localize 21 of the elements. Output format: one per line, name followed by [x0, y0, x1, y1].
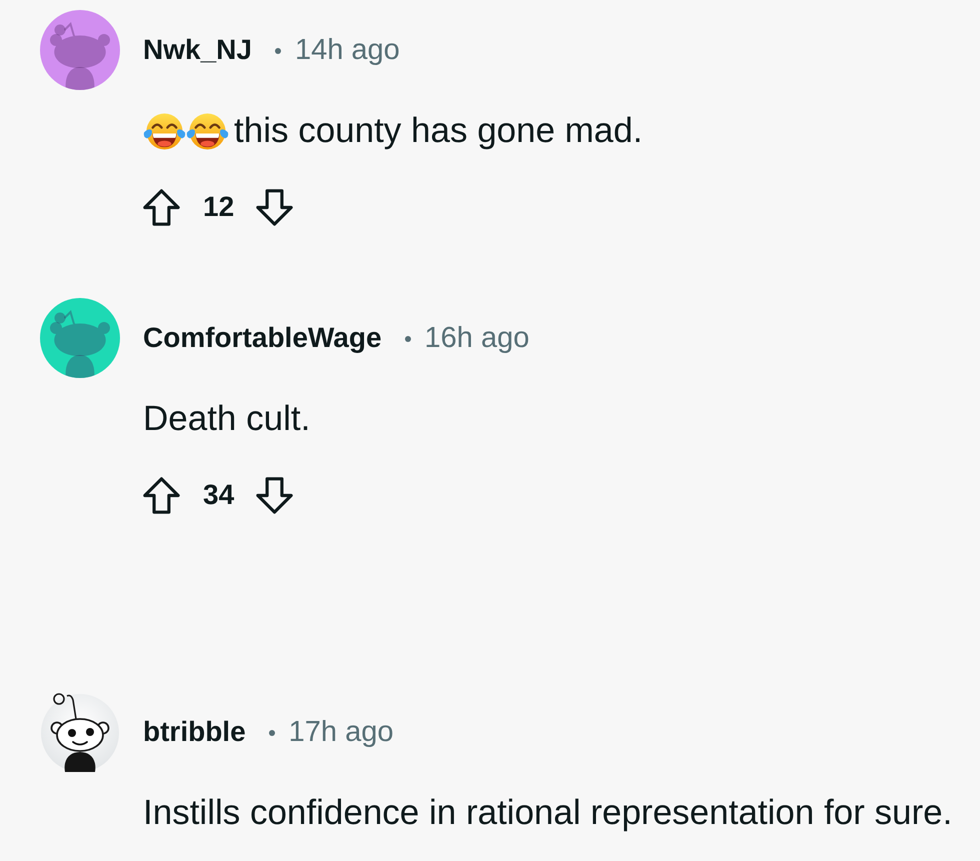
comment-text: Death cult. [143, 399, 310, 439]
timestamp: 14h ago [294, 33, 400, 67]
separator-dot-icon [268, 730, 275, 736]
username[interactable]: Nwk_NJ [143, 33, 252, 67]
timestamp: 16h ago [424, 321, 530, 355]
vote-count: 12 [203, 190, 234, 224]
avatar-icon [40, 692, 120, 772]
tears-of-joy-emoji-icon [186, 110, 229, 152]
username[interactable]: ComfortableWage [143, 321, 382, 355]
separator-dot-icon [404, 336, 411, 342]
separator-dot-icon [274, 48, 281, 54]
comment-text: this county has gone mad. [234, 111, 643, 151]
comment-text: Instills confidence in rational representation for sure. [143, 793, 952, 833]
up-arrow-icon[interactable] [143, 476, 180, 514]
up-arrow-icon[interactable] [143, 188, 180, 226]
timestamp: 17h ago [288, 715, 394, 749]
username[interactable]: btribble [143, 715, 246, 749]
down-arrow-icon[interactable] [256, 476, 294, 514]
tears-of-joy-emoji-icon [143, 110, 186, 152]
down-arrow-icon[interactable] [256, 188, 294, 226]
vote-count: 34 [203, 478, 234, 512]
